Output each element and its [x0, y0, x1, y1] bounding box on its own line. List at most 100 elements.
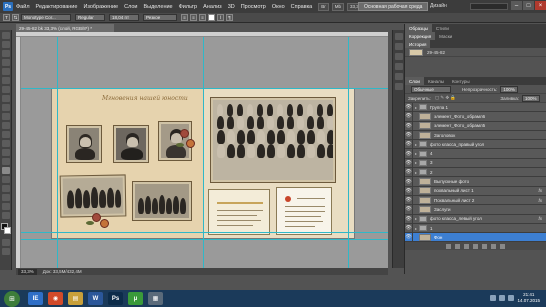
- layer-name[interactable]: фото класса_левый угол: [430, 216, 538, 221]
- layer-name[interactable]: Заслуги: [434, 207, 546, 212]
- align-right-icon[interactable]: ≡: [199, 14, 206, 21]
- layer-name[interactable]: элемент_Фото_обрамл6: [434, 114, 546, 119]
- align-center-icon[interactable]: ≡: [190, 14, 197, 21]
- menu-edit[interactable]: Редактирование: [36, 4, 78, 10]
- healing-tool-icon[interactable]: [1, 86, 10, 93]
- layer-row[interactable]: 👁 элемент_Фото_обрамл6: [405, 111, 546, 122]
- blur-tool-icon[interactable]: [1, 140, 10, 147]
- eye-icon[interactable]: 👁: [405, 158, 413, 168]
- taskbar-app-icon[interactable]: IE: [28, 292, 43, 305]
- layer-row[interactable]: 👁 элемент_Фото_обрамл5: [405, 121, 546, 131]
- layer-name[interactable]: Фон: [434, 235, 546, 240]
- history-panel-icon[interactable]: [394, 63, 403, 70]
- antialias-select[interactable]: Резкое: [143, 14, 177, 21]
- layer-row[interactable]: 👁 ▸ Группа 1: [405, 102, 546, 113]
- layer-name[interactable]: 2: [430, 170, 546, 175]
- history-snapshot[interactable]: 29-45-82: [405, 48, 546, 57]
- taskbar-app-icon[interactable]: ▤: [68, 292, 83, 305]
- menu-image[interactable]: Изображение: [83, 4, 118, 10]
- tab-masks[interactable]: Маски: [435, 32, 456, 40]
- tab-channels[interactable]: Каналы: [424, 77, 448, 85]
- taskbar-app-icon[interactable]: Ps: [108, 292, 123, 305]
- eye-icon[interactable]: 👁: [405, 167, 413, 177]
- tab-history[interactable]: История: [405, 40, 431, 48]
- layer-row[interactable]: 👁 ▸ фото класса_правый угол: [405, 139, 546, 150]
- actions-panel-icon[interactable]: [394, 73, 403, 80]
- tab-styles[interactable]: Стили: [432, 24, 453, 32]
- history-brush-tool-icon[interactable]: [1, 113, 10, 120]
- layer-row[interactable]: 👁 ▸ фото класса_левый угол fx: [405, 214, 546, 224]
- eyedropper-tool-icon[interactable]: [1, 77, 10, 84]
- text-color-swatch[interactable]: [208, 14, 215, 21]
- layer-row[interactable]: 👁 Заслуги: [405, 204, 546, 215]
- taskbar-app-icon[interactable]: W: [88, 292, 103, 305]
- align-left-icon[interactable]: ≡: [181, 14, 188, 21]
- layer-name[interactable]: Группа 1: [430, 105, 546, 110]
- shape-tool-icon[interactable]: [1, 185, 10, 192]
- layer-name[interactable]: Заголовок: [434, 133, 546, 138]
- 3d-rotate-tool-icon[interactable]: [1, 194, 10, 201]
- color-panel-icon[interactable]: [394, 33, 403, 40]
- swatches-panel-icon[interactable]: [394, 43, 403, 50]
- adjustments-panel-icon[interactable]: [394, 53, 403, 60]
- delete-layer-icon[interactable]: [500, 243, 505, 249]
- opacity-input[interactable]: 100%: [500, 85, 519, 93]
- menu-window[interactable]: Окно: [272, 4, 285, 10]
- gradient-tool-icon[interactable]: [1, 131, 10, 138]
- menu-file[interactable]: Файл: [16, 4, 30, 10]
- eye-icon[interactable]: 👁: [405, 111, 413, 121]
- menu-3d[interactable]: 3D: [228, 4, 235, 10]
- layer-name[interactable]: Выпускные фото: [434, 179, 546, 184]
- layer-row[interactable]: 👁 похвальный лист 1 fx: [405, 186, 546, 196]
- layer-name[interactable]: 1: [430, 226, 546, 231]
- layer-name[interactable]: элемент_Фото_обрамл5: [434, 123, 546, 128]
- character-panel-icon[interactable]: ¶: [226, 14, 233, 21]
- design-workspace-label[interactable]: Дизайн: [430, 3, 447, 9]
- move-tool-icon[interactable]: [1, 32, 10, 39]
- link-layers-icon[interactable]: [446, 243, 451, 249]
- layer-row[interactable]: 👁 ▸ 2: [405, 167, 546, 178]
- marquee-tool-icon[interactable]: [1, 41, 10, 48]
- eye-icon[interactable]: 👁: [405, 195, 413, 205]
- menu-layers[interactable]: Слои: [124, 4, 137, 10]
- quick-select-tool-icon[interactable]: [1, 59, 10, 66]
- eye-icon[interactable]: 👁: [405, 232, 413, 242]
- layer-effects-icon[interactable]: fx: [538, 198, 542, 203]
- color-swatches[interactable]: [0, 223, 11, 237]
- tray-language-icon[interactable]: [490, 294, 497, 301]
- start-button[interactable]: ⊞: [4, 290, 20, 307]
- warp-text-icon[interactable]: ⌇: [217, 14, 224, 21]
- menu-help[interactable]: Справка: [291, 4, 313, 10]
- eye-icon[interactable]: 👁: [405, 223, 413, 233]
- layer-row[interactable]: 👁 ▸ 1: [405, 223, 546, 234]
- layer-name[interactable]: 3: [430, 160, 546, 165]
- zoom-tool-icon[interactable]: [1, 212, 10, 219]
- adjustment-layer-icon[interactable]: [473, 243, 478, 249]
- font-family-select[interactable]: Monotype Cor...: [21, 14, 71, 21]
- background-color-swatch[interactable]: [4, 227, 11, 234]
- horizontal-ruler[interactable]: [16, 32, 388, 37]
- crop-tool-icon[interactable]: [1, 68, 10, 75]
- layer-row[interactable]: 👁 Выпускные фото: [405, 177, 546, 187]
- eye-icon[interactable]: 👁: [405, 177, 413, 187]
- layer-row[interactable]: 👁 ▸ 3: [405, 158, 546, 169]
- tab-paths[interactable]: Контуры: [448, 77, 474, 85]
- eye-icon[interactable]: 👁: [405, 121, 413, 131]
- character-panel-icon[interactable]: [394, 83, 403, 90]
- lasso-tool-icon[interactable]: [1, 50, 10, 57]
- bridge-button[interactable]: Br: [318, 2, 329, 11]
- screen-mode-icon[interactable]: [1, 248, 10, 255]
- close-button[interactable]: ×: [535, 1, 546, 10]
- layer-row[interactable]: 👁 Фон: [405, 232, 546, 243]
- add-style-icon[interactable]: [455, 243, 460, 249]
- taskbar-app-icon[interactable]: µ: [128, 292, 143, 305]
- taskbar-app-icon[interactable]: ▦: [148, 292, 163, 305]
- type-tool-icon[interactable]: T: [3, 14, 10, 21]
- search-input[interactable]: [470, 3, 508, 10]
- text-orientation-icon[interactable]: ⇅: [12, 14, 19, 21]
- workspace-button[interactable]: Основная рабочая среда: [358, 2, 429, 11]
- font-size-select[interactable]: 18,04 пт: [109, 14, 139, 21]
- taskbar-app-icon[interactable]: ◉: [48, 292, 63, 305]
- zoom-field[interactable]: 33,3%: [18, 268, 37, 275]
- new-group-icon[interactable]: [482, 243, 487, 249]
